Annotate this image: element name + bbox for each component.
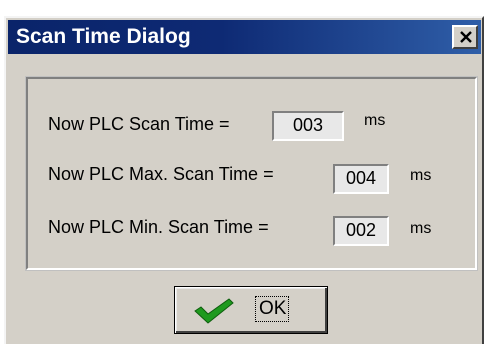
dialog-title: Scan Time Dialog: [16, 25, 191, 48]
title-bar[interactable]: Scan Time Dialog: [8, 20, 481, 54]
close-icon: [460, 31, 472, 43]
max-scan-time-value: 004: [333, 164, 389, 194]
close-button[interactable]: [452, 25, 478, 49]
min-scan-time-value: 002: [333, 216, 389, 246]
max-scan-time-label: Now PLC Max. Scan Time =: [48, 164, 274, 184]
scan-time-label: Now PLC Scan Time =: [48, 114, 230, 134]
scan-time-dialog: Scan Time Dialog Now PLC Scan Time = 003…: [4, 16, 484, 344]
scan-time-value: 003: [272, 111, 344, 141]
ok-button-label: OK: [259, 298, 287, 319]
max-scan-time-unit: ms: [410, 167, 432, 184]
scan-time-unit: ms: [364, 112, 386, 129]
min-scan-time-unit: ms: [410, 220, 432, 237]
min-scan-time-label: Now PLC Min. Scan Time =: [48, 217, 269, 237]
green-checkmark-icon: [194, 298, 234, 324]
ok-button[interactable]: OK: [174, 286, 328, 334]
